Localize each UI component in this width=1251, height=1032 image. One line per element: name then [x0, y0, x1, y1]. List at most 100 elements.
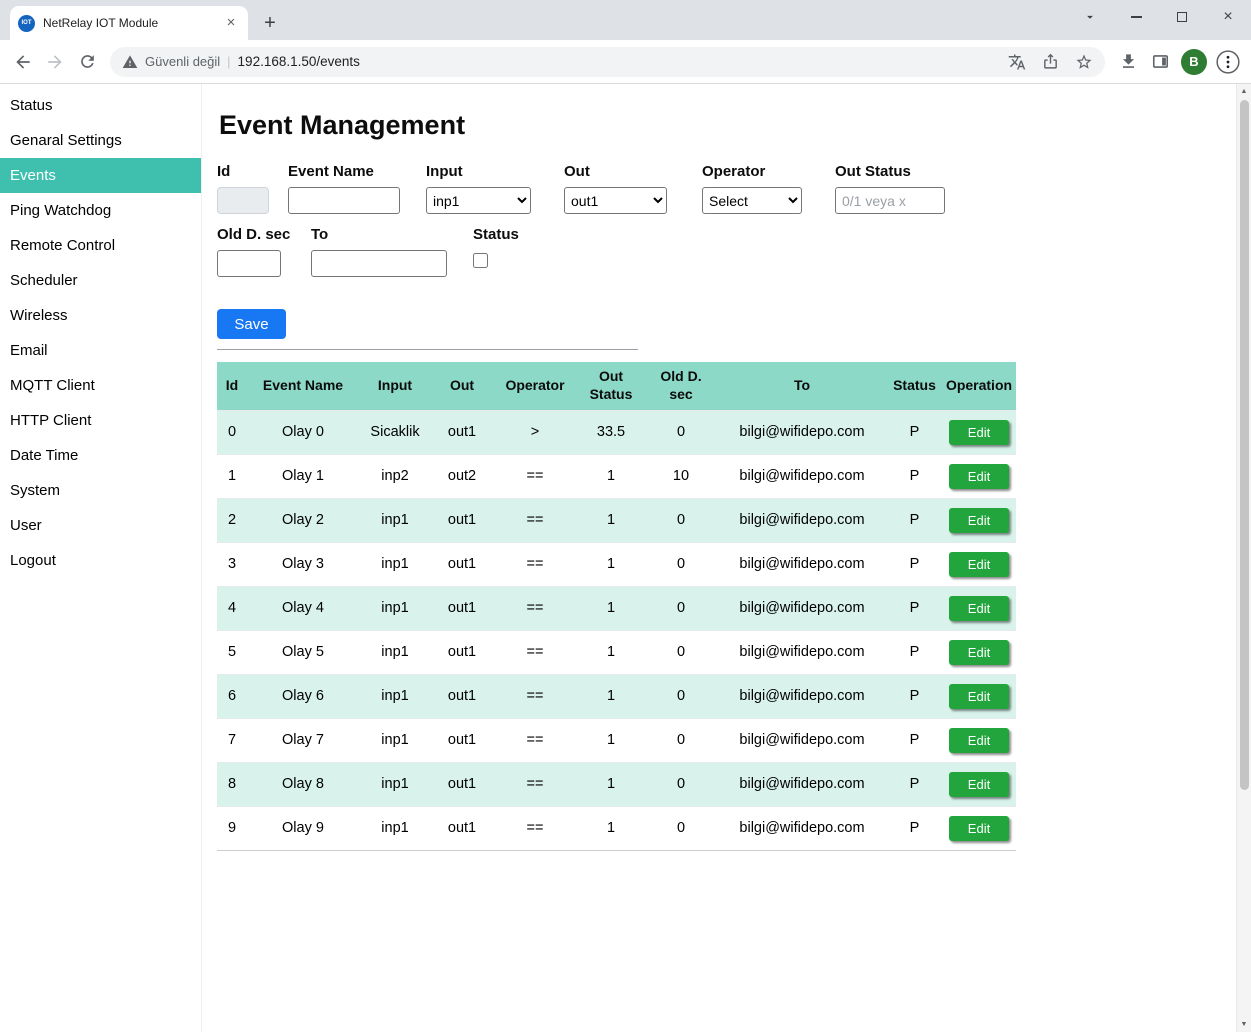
table-cell: Olay 1 [247, 454, 359, 498]
scrollbar-up-icon[interactable]: ▲ [1237, 84, 1251, 99]
maximize-button[interactable] [1159, 0, 1205, 34]
sidebar-item-remote-control[interactable]: Remote Control [0, 228, 201, 263]
main-content: Event Management Id Event Name Input in [202, 84, 1251, 1032]
edit-button[interactable]: Edit [949, 772, 1009, 797]
table-cell: 1 [577, 498, 645, 542]
browser-tab[interactable]: IOT NetRelay IOT Module × [10, 6, 248, 40]
table-cell-operation: Edit [942, 762, 1016, 806]
sidebar-item-http-client[interactable]: HTTP Client [0, 403, 201, 438]
header-out-status: Out Status [577, 362, 645, 410]
bookmark-star-icon[interactable] [1075, 53, 1093, 71]
page-body: StatusGenaral SettingsEventsPing Watchdo… [0, 84, 1251, 1032]
sidebar-item-mqtt-client[interactable]: MQTT Client [0, 368, 201, 403]
table-cell-operation: Edit [942, 630, 1016, 674]
table-cell: bilgi@wifidepo.com [717, 586, 887, 630]
sidebar-item-status[interactable]: Status [0, 88, 201, 123]
old-d-sec-label: Old D. sec [217, 226, 311, 243]
reload-icon[interactable] [72, 47, 102, 77]
sidebar-item-ping-watchdog[interactable]: Ping Watchdog [0, 193, 201, 228]
table-cell: 1 [577, 806, 645, 850]
table-cell: out1 [431, 542, 493, 586]
translate-icon[interactable] [1008, 53, 1026, 71]
header-input: Input [359, 362, 431, 410]
header-old-d-sec: Old D. sec [645, 362, 717, 410]
table-cell: 1 [577, 454, 645, 498]
table-cell: P [887, 410, 942, 454]
table-cell: Olay 9 [247, 806, 359, 850]
not-secure-warning-icon[interactable] [122, 54, 138, 70]
close-button[interactable]: × [1205, 0, 1251, 34]
sidebar-item-wireless[interactable]: Wireless [0, 298, 201, 333]
new-tab-button[interactable]: + [256, 9, 284, 37]
table-cell: inp1 [359, 674, 431, 718]
header-id: Id [217, 362, 247, 410]
back-icon[interactable] [8, 47, 38, 77]
profile-avatar[interactable]: B [1181, 49, 1207, 75]
edit-button[interactable]: Edit [949, 728, 1009, 753]
scrollbar-down-icon[interactable]: ▼ [1237, 1017, 1251, 1032]
sidebar-item-system[interactable]: System [0, 473, 201, 508]
table-cell: Olay 7 [247, 718, 359, 762]
table-cell: out1 [431, 498, 493, 542]
table-cell: 8 [217, 762, 247, 806]
table-cell: Olay 6 [247, 674, 359, 718]
scrollbar-thumb[interactable] [1240, 100, 1249, 790]
tab-close-icon[interactable]: × [222, 14, 240, 32]
tab-search-chevron-icon[interactable] [1067, 0, 1113, 34]
input-select[interactable]: inp1 [426, 187, 531, 214]
sidebar-item-user[interactable]: User [0, 508, 201, 543]
table-cell: out1 [431, 630, 493, 674]
table-cell: out1 [431, 586, 493, 630]
table-cell: 1 [577, 762, 645, 806]
header-to: To [717, 362, 887, 410]
table-row: 2Olay 2inp1out1==10bilgi@wifidepo.comPEd… [217, 498, 1016, 542]
edit-button[interactable]: Edit [949, 552, 1009, 577]
table-cell-operation: Edit [942, 454, 1016, 498]
input-label: Input [426, 163, 564, 180]
edit-button[interactable]: Edit [949, 420, 1009, 445]
table-cell: Olay 3 [247, 542, 359, 586]
table-cell: 9 [217, 806, 247, 850]
sidebar-item-events[interactable]: Events [0, 158, 201, 193]
table-cell: 0 [217, 410, 247, 454]
edit-button[interactable]: Edit [949, 684, 1009, 709]
sidebar-item-date-time[interactable]: Date Time [0, 438, 201, 473]
table-cell: 2 [217, 498, 247, 542]
edit-button[interactable]: Edit [949, 640, 1009, 665]
edit-button[interactable]: Edit [949, 464, 1009, 489]
download-icon[interactable] [1113, 47, 1143, 77]
table-cell: bilgi@wifidepo.com [717, 498, 887, 542]
edit-button[interactable]: Edit [949, 596, 1009, 621]
event-name-input[interactable] [288, 187, 400, 214]
table-cell-operation: Edit [942, 718, 1016, 762]
to-input[interactable] [311, 250, 447, 277]
page-scrollbar[interactable]: ▲ ▼ [1236, 84, 1251, 1032]
table-cell: == [493, 674, 577, 718]
table-cell: 0 [645, 674, 717, 718]
sidebar-item-logout[interactable]: Logout [0, 543, 201, 578]
address-bar[interactable]: Güvenli değil | 192.168.1.50/events [110, 47, 1105, 77]
id-input [217, 187, 269, 214]
share-icon[interactable] [1042, 53, 1059, 70]
status-checkbox[interactable] [473, 253, 488, 268]
table-cell-operation: Edit [942, 410, 1016, 454]
out-status-input[interactable] [835, 187, 945, 214]
table-cell: == [493, 586, 577, 630]
edit-button[interactable]: Edit [949, 816, 1009, 841]
sidebar-item-email[interactable]: Email [0, 333, 201, 368]
table-cell: 1 [577, 542, 645, 586]
forward-icon[interactable] [40, 47, 70, 77]
minimize-button[interactable] [1113, 0, 1159, 34]
sidebar-item-scheduler[interactable]: Scheduler [0, 263, 201, 298]
old-d-sec-input[interactable] [217, 250, 281, 277]
sidebar-item-genaral-settings[interactable]: Genaral Settings [0, 123, 201, 158]
operator-select[interactable]: Select [702, 187, 802, 214]
events-table: Id Event Name Input Out Operator Out Sta… [217, 362, 1016, 851]
edit-button[interactable]: Edit [949, 508, 1009, 533]
kebab-menu-icon[interactable] [1213, 47, 1243, 77]
event-form: Id Event Name Input inp1 Out [217, 163, 1221, 277]
save-button[interactable]: Save [217, 309, 286, 339]
out-select[interactable]: out1 [564, 187, 667, 214]
side-panel-icon[interactable] [1145, 47, 1175, 77]
table-cell: > [493, 410, 577, 454]
